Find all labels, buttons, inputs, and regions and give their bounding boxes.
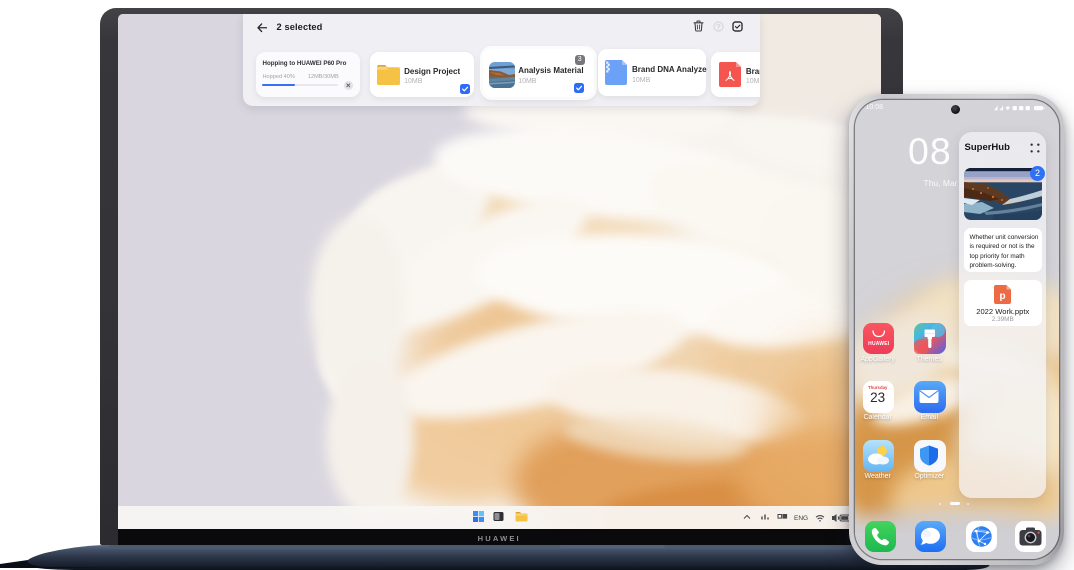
svg-text:ENG: ENG <box>794 515 808 522</box>
svg-text:HUAWEI: HUAWEI <box>868 341 890 347</box>
svg-text:p: p <box>999 291 1005 302</box>
